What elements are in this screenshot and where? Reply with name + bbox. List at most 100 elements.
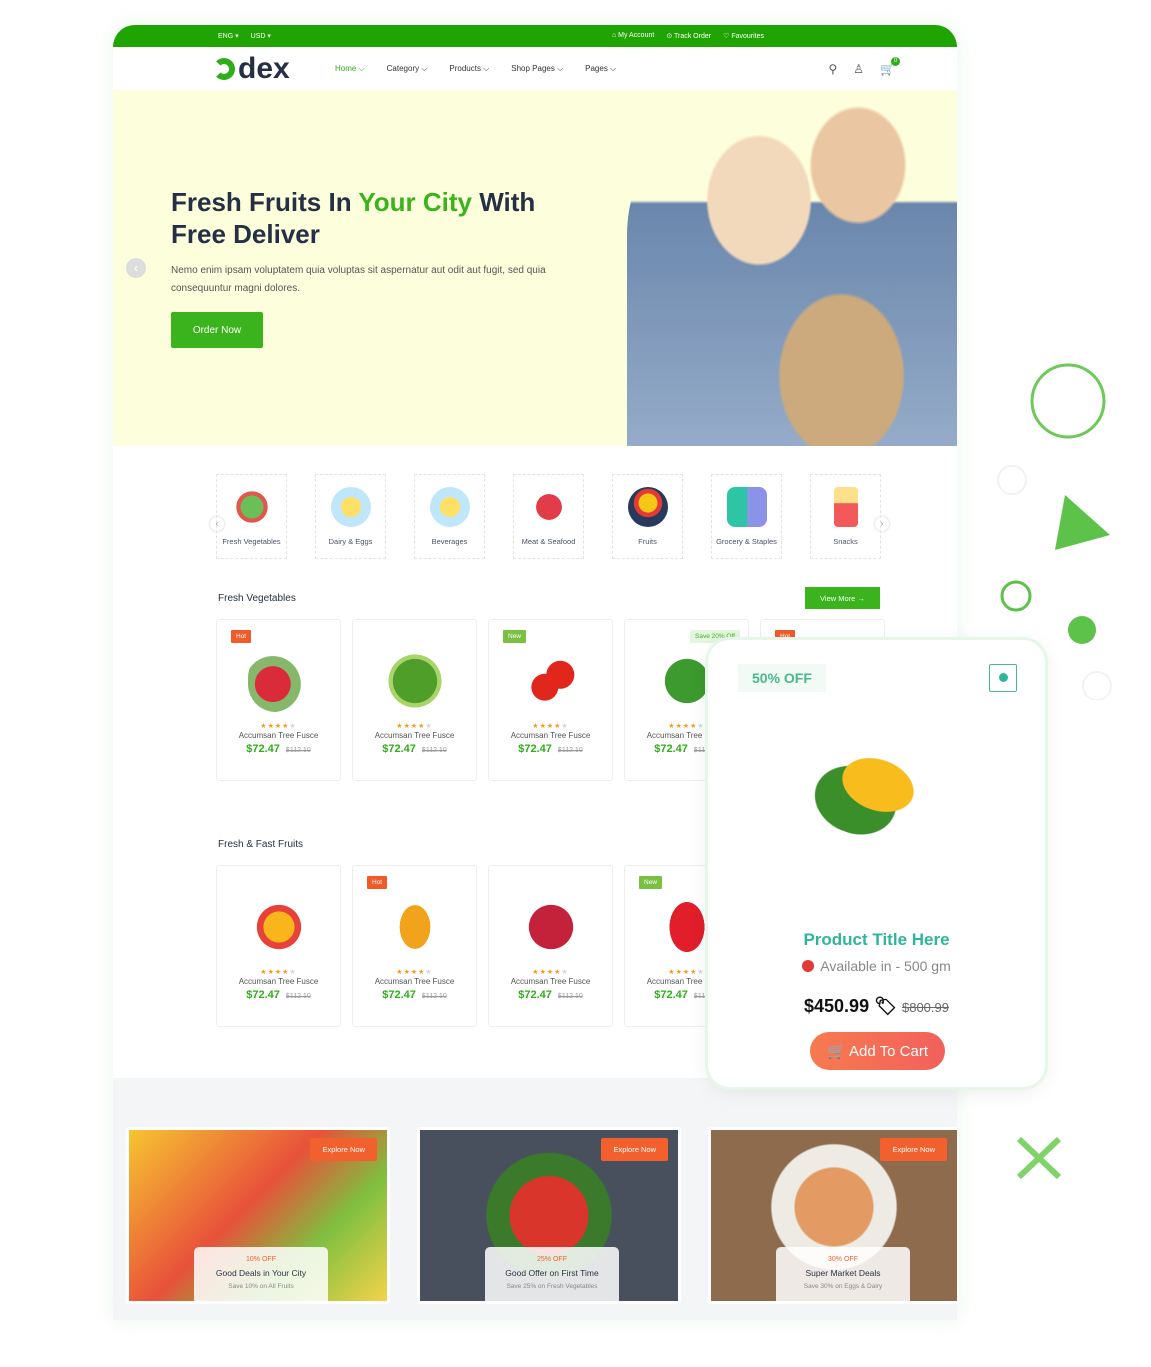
- product-card[interactable]: Hot ★★★★★ Accumsan Tree Fusce $72.47 $112.10: [216, 619, 341, 781]
- star-icon: ★: [289, 969, 297, 976]
- hero-family-image: [627, 95, 957, 446]
- star-icon: ★: [425, 723, 433, 730]
- explore-now-button[interactable]: Explore Now: [601, 1138, 668, 1161]
- product-card[interactable]: ★★★★★ Accumsan Tree Fusce $72.47 $112.10: [352, 619, 477, 781]
- search-icon[interactable]: ⚲: [828, 62, 837, 76]
- product-name[interactable]: Accumsan Tree Fusce: [353, 731, 476, 740]
- product-price: $72.47 $112.10: [518, 743, 583, 755]
- hero-banner: ‹ Fresh Fruits In Your City With Free De…: [113, 90, 957, 446]
- star-icon: ★: [697, 969, 705, 976]
- banner-info: 10% OFF Good Deals in Your City Save 10% o…: [194, 1247, 328, 1301]
- star-icon: ★: [561, 969, 569, 976]
- track-order-link[interactable]: ⊙ Track Order: [666, 32, 711, 40]
- vegetables-section-title: Fresh Vegetables: [218, 593, 296, 604]
- close-x-decoration: [1016, 1136, 1062, 1180]
- category-snacks[interactable]: Snacks: [810, 474, 881, 559]
- star-icon: ★: [396, 723, 404, 730]
- favourites-link[interactable]: ♡ Favourites: [723, 32, 764, 40]
- product-card[interactable]: ★★★★★ Accumsan Tree Fusce $72.47 $112.10: [488, 865, 613, 1027]
- category-fruits[interactable]: Fruits: [612, 474, 683, 559]
- nav-shop-pages[interactable]: Shop Pages ⌵: [511, 64, 563, 74]
- category-dairy-eggs[interactable]: Dairy & Eggs: [315, 474, 386, 559]
- product-image: [519, 896, 582, 958]
- deco-circle-faint: [997, 465, 1027, 495]
- product-image: [247, 650, 310, 712]
- product-tag: Hot: [231, 630, 252, 643]
- favourites-label: Favourites: [731, 33, 764, 40]
- header: dex Home ⌵ Category ⌵ Products ⌵ Shop Pa…: [113, 47, 957, 90]
- price-tag-icon: 🏷: [874, 996, 897, 1016]
- star-icon: ★: [267, 969, 275, 976]
- product-name[interactable]: Accumsan Tree Fusce: [489, 731, 612, 740]
- product-price: $72.47 $112.10: [518, 989, 583, 1001]
- explore-now-button[interactable]: Explore Now: [880, 1138, 947, 1161]
- rating-stars: ★★★★★: [353, 722, 476, 730]
- star-icon: ★: [539, 969, 547, 976]
- my-account-label: My Account: [618, 32, 655, 39]
- hero-title: Fresh Fruits In Your City With Free Deli…: [171, 187, 536, 249]
- product-card[interactable]: Hot ★★★★★ Accumsan Tree Fusce $72.47 $112.10: [352, 865, 477, 1027]
- deco-triangle: [1055, 495, 1110, 550]
- star-icon: ★: [289, 723, 297, 730]
- product-name[interactable]: Accumsan Tree Fusce: [217, 977, 340, 986]
- explore-now-button[interactable]: Explore Now: [310, 1138, 377, 1161]
- pin-icon: ⊙: [666, 33, 674, 40]
- cart-count-badge: 0: [891, 56, 900, 66]
- currency-select[interactable]: USD ▾: [251, 32, 271, 40]
- view-more-button[interactable]: View More →: [805, 587, 880, 609]
- juice-jar-icon: [330, 487, 371, 527]
- product-card[interactable]: New ★★★★★ Accumsan Tree Fusce $72.47 $112.10: [488, 619, 613, 781]
- add-to-cart-button[interactable]: 🛒 Add To Cart: [810, 1032, 945, 1070]
- product-tag: New: [639, 876, 663, 889]
- fruits-section-title: Fresh & Fast Fruits: [218, 839, 304, 850]
- fruit-bowl-icon: [627, 487, 668, 527]
- category-beverages[interactable]: Beverages: [414, 474, 485, 559]
- category-meat-seafood[interactable]: Meat & Seafood: [513, 474, 584, 559]
- star-icon: ★: [260, 969, 268, 976]
- top-bar: ENG ▾ USD ▾ ⌂ My Account ⊙ Track Order ♡ …: [113, 25, 957, 47]
- my-account-link[interactable]: ⌂ My Account: [612, 32, 654, 40]
- user-icon[interactable]: ♙: [853, 62, 864, 76]
- product-tag: Hot: [367, 876, 388, 889]
- promo-banner-vegetables[interactable]: Explore Now 25% OFF Good Offer on First T…: [417, 1127, 681, 1304]
- promo-banner-fruits[interactable]: Explore Now 10% OFF Good Deals in Your Ci…: [126, 1127, 390, 1304]
- promo-banner-eggs[interactable]: Explore Now 30% OFF Super Market Deals Sav…: [708, 1127, 957, 1304]
- rating-stars: ★★★★★: [217, 968, 340, 976]
- discount-badge: 50% OFF: [738, 664, 826, 692]
- category-grocery-staples[interactable]: Grocery & Staples: [711, 474, 782, 559]
- product-price: $450.99 🏷 $800.99: [804, 996, 949, 1016]
- order-now-button[interactable]: Order Now: [171, 312, 263, 348]
- star-icon: ★: [668, 723, 676, 730]
- nav-category[interactable]: Category ⌵: [387, 64, 428, 74]
- cart-icon: 🛒: [827, 1043, 850, 1060]
- banner-info: 25% OFF Good Offer on First Time Save 25% …: [485, 1247, 619, 1301]
- decorative-shapes: [997, 363, 1112, 700]
- nav-home[interactable]: Home ⌵: [335, 64, 365, 74]
- badge-icon: [802, 960, 815, 972]
- logo-mark: [213, 57, 235, 80]
- product-image: [383, 896, 446, 958]
- rating-stars: ★★★★★: [353, 968, 476, 976]
- language-select[interactable]: ENG ▾: [218, 32, 239, 40]
- x-mark-icon: [1016, 1136, 1062, 1180]
- product-price: $72.47 $112.10: [246, 989, 311, 1001]
- logo[interactable]: dex: [213, 52, 335, 86]
- product-name[interactable]: Accumsan Tree Fusce: [489, 977, 612, 986]
- hero-prev-button[interactable]: ‹: [126, 258, 146, 278]
- nav-pages[interactable]: Pages ⌵: [585, 64, 616, 74]
- star-icon: ★: [539, 723, 547, 730]
- star-icon: ★: [260, 723, 268, 730]
- category-fresh-vegetables[interactable]: Fresh Vegetables: [216, 474, 287, 559]
- category-list: Fresh Vegetables Dairy & Eggs Beverages …: [216, 474, 881, 559]
- product-title[interactable]: Product Title Here: [708, 930, 1045, 950]
- product-name[interactable]: Accumsan Tree Fusce: [353, 977, 476, 986]
- product-image: [383, 650, 446, 712]
- star-icon: ★: [532, 723, 540, 730]
- product-name[interactable]: Accumsan Tree Fusce: [217, 731, 340, 740]
- deco-circle-outline: [1030, 363, 1106, 439]
- cart-icon[interactable]: 🛒 0: [880, 56, 900, 76]
- nav-products[interactable]: Products ⌵: [449, 64, 489, 74]
- product-price: $72.47 $112.10: [246, 743, 311, 755]
- star-icon: ★: [425, 969, 433, 976]
- product-card[interactable]: ★★★★★ Accumsan Tree Fusce $72.47 $112.10: [216, 865, 341, 1027]
